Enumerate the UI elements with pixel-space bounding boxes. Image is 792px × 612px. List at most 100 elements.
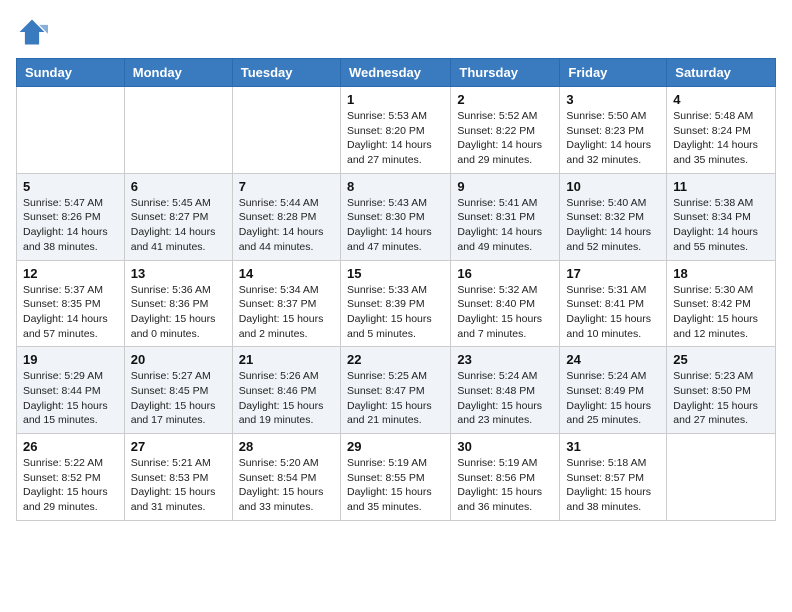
calendar-cell: 20 Sunrise: 5:27 AM Sunset: 8:45 PM Dayli… [124,347,232,434]
day-info: Sunrise: 5:52 AM Sunset: 8:22 PM Dayligh… [457,109,553,168]
logo [16,16,52,48]
day-info: Sunrise: 5:18 AM Sunset: 8:57 PM Dayligh… [566,456,660,515]
day-number: 29 [347,439,444,454]
day-number: 18 [673,266,769,281]
day-number: 16 [457,266,553,281]
calendar-cell: 16 Sunrise: 5:32 AM Sunset: 8:40 PM Dayli… [451,260,560,347]
week-row-1: 1 Sunrise: 5:53 AM Sunset: 8:20 PM Daylig… [17,87,776,174]
calendar-header-row: SundayMondayTuesdayWednesdayThursdayFrid… [17,59,776,87]
day-number: 19 [23,352,118,367]
day-info: Sunrise: 5:47 AM Sunset: 8:26 PM Dayligh… [23,196,118,255]
calendar-cell: 24Sunrise: 5:24 AM Sunset: 8:49 PM Dayli… [560,347,667,434]
day-info: Sunrise: 5:32 AM Sunset: 8:40 PM Dayligh… [457,283,553,342]
day-header-tuesday: Tuesday [232,59,340,87]
day-number: 1 [347,92,444,107]
day-number: 7 [239,179,334,194]
day-header-friday: Friday [560,59,667,87]
day-info: Sunrise: 5:45 AM Sunset: 8:27 PM Dayligh… [131,196,226,255]
day-number: 2 [457,92,553,107]
day-info: Sunrise: 5:25 AM Sunset: 8:47 PM Dayligh… [347,369,444,428]
day-info: Sunrise: 5:20 AM Sunset: 8:54 PM Dayligh… [239,456,334,515]
day-number: 27 [131,439,226,454]
day-header-wednesday: Wednesday [340,59,450,87]
week-row-2: 5 Sunrise: 5:47 AM Sunset: 8:26 PM Daylig… [17,173,776,260]
calendar-cell: 26Sunrise: 5:22 AM Sunset: 8:52 PM Dayli… [17,434,125,521]
day-number: 17 [566,266,660,281]
day-number: 6 [131,179,226,194]
calendar-cell: 15 Sunrise: 5:33 AM Sunset: 8:39 PM Dayli… [340,260,450,347]
calendar-cell: 12 Sunrise: 5:37 AM Sunset: 8:35 PM Dayli… [17,260,125,347]
day-info: Sunrise: 5:37 AM Sunset: 8:35 PM Dayligh… [23,283,118,342]
calendar-cell: 4 Sunrise: 5:48 AM Sunset: 8:24 PM Daylig… [667,87,776,174]
day-number: 14 [239,266,334,281]
calendar-cell: 21 Sunrise: 5:26 AM Sunset: 8:46 PM Dayli… [232,347,340,434]
calendar-cell: 28 Sunrise: 5:20 AM Sunset: 8:54 PM Dayli… [232,434,340,521]
day-info: Sunrise: 5:48 AM Sunset: 8:24 PM Dayligh… [673,109,769,168]
day-number: 25 [673,352,769,367]
day-info: Sunrise: 5:44 AM Sunset: 8:28 PM Dayligh… [239,196,334,255]
day-info: Sunrise: 5:53 AM Sunset: 8:20 PM Dayligh… [347,109,444,168]
calendar-cell: 30 Sunrise: 5:19 AM Sunset: 8:56 PM Dayli… [451,434,560,521]
calendar-cell [667,434,776,521]
calendar-cell: 11 Sunrise: 5:38 AM Sunset: 8:34 PM Dayli… [667,173,776,260]
calendar-cell: 19 Sunrise: 5:29 AM Sunset: 8:44 PM Dayli… [17,347,125,434]
day-header-monday: Monday [124,59,232,87]
calendar-cell: 9 Sunrise: 5:41 AM Sunset: 8:31 PM Daylig… [451,173,560,260]
calendar-cell [17,87,125,174]
calendar-cell [232,87,340,174]
day-info: Sunrise: 5:38 AM Sunset: 8:34 PM Dayligh… [673,196,769,255]
day-header-saturday: Saturday [667,59,776,87]
day-number: 10 [566,179,660,194]
day-info: Sunrise: 5:30 AM Sunset: 8:42 PM Dayligh… [673,283,769,342]
day-info: Sunrise: 5:50 AM Sunset: 8:23 PM Dayligh… [566,109,660,168]
day-number: 3 [566,92,660,107]
day-info: Sunrise: 5:41 AM Sunset: 8:31 PM Dayligh… [457,196,553,255]
day-info: Sunrise: 5:29 AM Sunset: 8:44 PM Dayligh… [23,369,118,428]
day-number: 22 [347,352,444,367]
day-number: 4 [673,92,769,107]
calendar-cell: 29 Sunrise: 5:19 AM Sunset: 8:55 PM Dayli… [340,434,450,521]
calendar-cell: 23Sunrise: 5:24 AM Sunset: 8:48 PM Dayli… [451,347,560,434]
calendar-cell: 13Sunrise: 5:36 AM Sunset: 8:36 PM Dayli… [124,260,232,347]
day-info: Sunrise: 5:22 AM Sunset: 8:52 PM Dayligh… [23,456,118,515]
logo-icon [16,16,48,48]
calendar-cell: 8 Sunrise: 5:43 AM Sunset: 8:30 PM Daylig… [340,173,450,260]
day-number: 31 [566,439,660,454]
day-info: Sunrise: 5:21 AM Sunset: 8:53 PM Dayligh… [131,456,226,515]
day-info: Sunrise: 5:19 AM Sunset: 8:56 PM Dayligh… [457,456,553,515]
day-number: 11 [673,179,769,194]
day-info: Sunrise: 5:31 AM Sunset: 8:41 PM Dayligh… [566,283,660,342]
calendar-cell: 1 Sunrise: 5:53 AM Sunset: 8:20 PM Daylig… [340,87,450,174]
day-number: 20 [131,352,226,367]
day-number: 28 [239,439,334,454]
day-header-sunday: Sunday [17,59,125,87]
day-number: 30 [457,439,553,454]
day-info: Sunrise: 5:23 AM Sunset: 8:50 PM Dayligh… [673,369,769,428]
calendar-cell: 22 Sunrise: 5:25 AM Sunset: 8:47 PM Dayli… [340,347,450,434]
day-number: 9 [457,179,553,194]
day-number: 8 [347,179,444,194]
calendar-cell: 7 Sunrise: 5:44 AM Sunset: 8:28 PM Daylig… [232,173,340,260]
day-number: 12 [23,266,118,281]
day-number: 21 [239,352,334,367]
day-number: 5 [23,179,118,194]
day-info: Sunrise: 5:33 AM Sunset: 8:39 PM Dayligh… [347,283,444,342]
calendar-body: 1 Sunrise: 5:53 AM Sunset: 8:20 PM Daylig… [17,87,776,521]
day-number: 24 [566,352,660,367]
day-number: 15 [347,266,444,281]
day-info: Sunrise: 5:24 AM Sunset: 8:48 PM Dayligh… [457,369,553,428]
week-row-5: 26Sunrise: 5:22 AM Sunset: 8:52 PM Dayli… [17,434,776,521]
day-info: Sunrise: 5:27 AM Sunset: 8:45 PM Dayligh… [131,369,226,428]
day-info: Sunrise: 5:43 AM Sunset: 8:30 PM Dayligh… [347,196,444,255]
day-number: 13 [131,266,226,281]
day-info: Sunrise: 5:26 AM Sunset: 8:46 PM Dayligh… [239,369,334,428]
week-row-3: 12 Sunrise: 5:37 AM Sunset: 8:35 PM Dayli… [17,260,776,347]
calendar-cell: 27 Sunrise: 5:21 AM Sunset: 8:53 PM Dayli… [124,434,232,521]
day-info: Sunrise: 5:19 AM Sunset: 8:55 PM Dayligh… [347,456,444,515]
calendar-cell: 5 Sunrise: 5:47 AM Sunset: 8:26 PM Daylig… [17,173,125,260]
calendar-cell: 18 Sunrise: 5:30 AM Sunset: 8:42 PM Dayli… [667,260,776,347]
day-header-thursday: Thursday [451,59,560,87]
calendar-cell: 31 Sunrise: 5:18 AM Sunset: 8:57 PM Dayli… [560,434,667,521]
calendar-cell: 10Sunrise: 5:40 AM Sunset: 8:32 PM Dayli… [560,173,667,260]
calendar-cell: 3 Sunrise: 5:50 AM Sunset: 8:23 PM Daylig… [560,87,667,174]
